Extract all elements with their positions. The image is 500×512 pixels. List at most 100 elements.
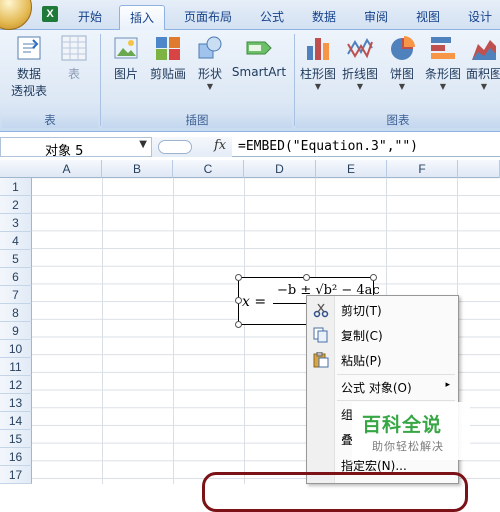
row-header-16[interactable]: 16	[0, 448, 32, 466]
row-header-3[interactable]: 3	[0, 214, 32, 232]
bar-chart-label: 条形图	[424, 67, 461, 81]
row-header-17[interactable]: 17	[0, 466, 32, 484]
bar-chart-button[interactable]: 条形图 ▼	[422, 34, 464, 92]
menu-item-paste[interactable]: 粘贴(P)	[307, 348, 458, 372]
row-header-11[interactable]: 11	[0, 358, 32, 376]
watermark: 百科全说 助你轻松解决	[352, 402, 470, 460]
row-header-5[interactable]: 5	[0, 250, 32, 268]
row-header-15[interactable]: 15	[0, 430, 32, 448]
bar-chart-icon	[429, 34, 457, 62]
menu-item-cut[interactable]: 剪切(T)	[307, 298, 458, 322]
copy-icon	[313, 327, 329, 343]
line-chart-label: 折线图	[341, 67, 378, 81]
row-header-4[interactable]: 4	[0, 232, 32, 250]
area-chart-dropdown-icon: ▼	[480, 82, 488, 91]
paste-icon	[313, 351, 329, 368]
row-header-10[interactable]: 10	[0, 340, 32, 358]
group-label-table: 表	[2, 112, 98, 128]
resize-handle-top[interactable]	[303, 274, 310, 281]
tab-insert[interactable]: 插入	[119, 5, 165, 31]
name-box-dropdown-icon[interactable]: ▼	[139, 139, 147, 150]
column-header-b[interactable]: B	[102, 160, 173, 178]
tab-home[interactable]: 开始	[68, 5, 112, 30]
row-header-7[interactable]: 7	[0, 286, 32, 304]
watermark-subtitle: 助你轻松解决	[372, 440, 444, 453]
ribbon-insert: 数据 透视表 表 表 图片 剪贴画 形状 ▼ SmartArt 插图 柱形图 ▼…	[0, 30, 500, 132]
menu-item-cut-label: 剪切(T)	[341, 304, 382, 318]
menu-item-paste-label: 粘贴(P)	[341, 354, 382, 368]
pie-chart-icon	[388, 34, 416, 62]
clipart-button[interactable]: 剪贴画	[146, 34, 190, 82]
row-header-2[interactable]: 2	[0, 196, 32, 214]
resize-handle-top-right[interactable]	[370, 274, 377, 281]
shapes-button[interactable]: 形状 ▼	[192, 34, 228, 92]
table-button-label: 表	[67, 67, 80, 81]
line-chart-dropdown-icon: ▼	[356, 82, 364, 91]
pivot-table-button[interactable]: 数据 透视表	[4, 34, 54, 99]
formula-bar: 对象 5 ▼ fx =EMBED("Equation.3","")	[0, 137, 500, 159]
smartart-label: SmartArt	[231, 65, 287, 79]
pivot-table-label-2: 透视表	[10, 84, 47, 98]
shapes-label: 形状	[197, 67, 222, 81]
column-header-g[interactable]	[458, 160, 500, 178]
row-header-12[interactable]: 12	[0, 376, 32, 394]
name-box[interactable]: 对象 5 ▼	[0, 137, 152, 159]
menu-item-copy[interactable]: 复制(C)	[307, 323, 458, 347]
pie-chart-dropdown-icon: ▼	[398, 82, 406, 91]
column-header-e[interactable]: E	[316, 160, 387, 178]
row-header-14[interactable]: 14	[0, 412, 32, 430]
pie-chart-button[interactable]: 饼图 ▼	[384, 34, 420, 92]
picture-button[interactable]: 图片	[106, 34, 146, 82]
row-header-1[interactable]: 1	[0, 178, 32, 196]
area-chart-label: 面积图	[465, 67, 500, 81]
watermark-title: 百科全说	[362, 414, 443, 436]
scissors-icon	[313, 302, 329, 318]
tab-design[interactable]: 设计	[458, 5, 500, 30]
picture-label: 图片	[113, 67, 138, 81]
row-header-6[interactable]: 6	[0, 268, 32, 286]
picture-icon	[112, 34, 140, 62]
resize-handle-left[interactable]	[235, 297, 242, 304]
menu-item-equation-object[interactable]: 公式 对象(O) ▸	[307, 375, 458, 399]
clipart-label: 剪贴画	[149, 67, 186, 81]
highlight-frame	[202, 472, 468, 512]
formula-splitter-handle[interactable]	[158, 140, 192, 154]
column-chart-label: 柱形图	[299, 67, 336, 81]
name-box-value: 对象 5	[45, 144, 84, 159]
column-chart-dropdown-icon: ▼	[314, 82, 322, 91]
tab-review[interactable]: 审阅	[354, 5, 398, 30]
bar-chart-dropdown-icon: ▼	[439, 82, 447, 91]
menu-item-copy-label: 复制(C)	[341, 329, 383, 343]
row-header-9[interactable]: 9	[0, 322, 32, 340]
shapes-dropdown-icon: ▼	[206, 82, 214, 91]
resize-handle-top-left[interactable]	[235, 274, 242, 281]
row-header-13[interactable]: 13	[0, 394, 32, 412]
group-separator	[294, 34, 295, 126]
formula-input[interactable]: =EMBED("Equation.3","")	[238, 139, 418, 154]
tab-formulas[interactable]: 公式	[250, 5, 294, 30]
office-button[interactable]	[0, 0, 32, 30]
row-header-8[interactable]: 8	[0, 304, 32, 322]
column-header-row: A B C D E F	[0, 160, 500, 178]
column-header-f[interactable]: F	[387, 160, 458, 178]
column-chart-button[interactable]: 柱形图 ▼	[298, 34, 338, 92]
menu-separator	[337, 400, 455, 401]
smartart-icon	[245, 34, 273, 62]
tab-page-layout[interactable]: 页面布局	[174, 5, 242, 30]
column-header-d[interactable]: D	[244, 160, 316, 178]
column-header-a[interactable]: A	[32, 160, 102, 178]
tab-view[interactable]: 视图	[406, 5, 450, 30]
clipart-icon	[154, 34, 182, 62]
line-chart-button[interactable]: 折线图 ▼	[340, 34, 380, 92]
excel-quick-access-icon[interactable]: X	[42, 6, 58, 22]
area-chart-button[interactable]: 面积图 ▼	[464, 34, 500, 92]
smartart-button[interactable]: SmartArt	[230, 34, 288, 79]
tab-data[interactable]: 数据	[302, 5, 346, 30]
table-icon	[60, 34, 88, 62]
table-button[interactable]: 表	[56, 34, 92, 82]
resize-handle-bottom-left[interactable]	[235, 321, 242, 328]
formula-controls: fx	[152, 137, 232, 157]
insert-function-icon[interactable]: fx	[214, 138, 226, 153]
area-chart-icon	[470, 34, 498, 62]
column-header-c[interactable]: C	[173, 160, 244, 178]
